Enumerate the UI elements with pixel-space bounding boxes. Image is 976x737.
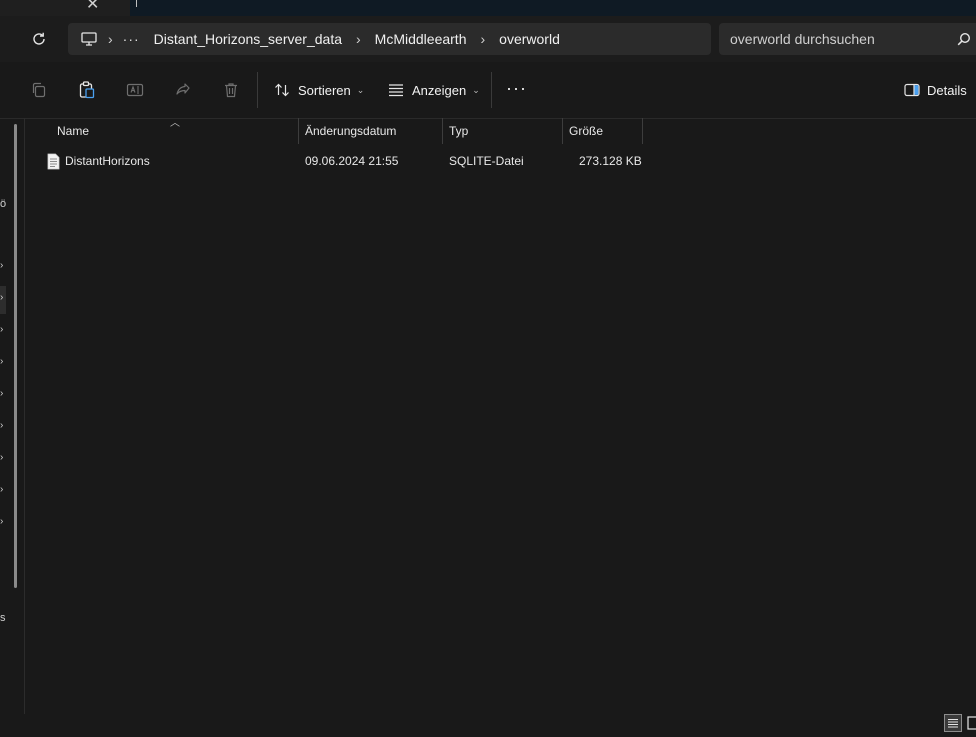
chevron-right-icon[interactable]: › [0, 420, 3, 431]
file-row[interactable]: DistantHorizons 09.06.2024 21:55 SQLITE-… [25, 150, 665, 174]
file-modified: 09.06.2024 21:55 [305, 154, 399, 168]
column-header-name[interactable]: Name [57, 118, 89, 144]
column-headers: ︿ Name Änderungsdatum Typ Größe [25, 118, 976, 144]
share-button[interactable] [173, 80, 193, 100]
title-bar: ✕ [0, 0, 976, 16]
sort-label: Sortieren [298, 82, 351, 98]
sort-button[interactable]: Sortieren ⌄ [274, 78, 364, 102]
breadcrumb-item-distant-horizons[interactable]: Distant_Horizons_server_data [154, 31, 342, 47]
search-placeholder: overworld durchsuchen [730, 31, 875, 47]
file-icon [47, 153, 60, 170]
nav-scrollbar[interactable] [14, 124, 17, 588]
file-name[interactable]: DistantHorizons [65, 154, 150, 168]
breadcrumb[interactable]: › ··· Distant_Horizons_server_data › McM… [68, 23, 711, 55]
copy-icon [32, 82, 46, 98]
chevron-down-icon: ⌄ [472, 84, 480, 95]
sort-icon [275, 83, 289, 97]
chevron-right-icon[interactable]: › [356, 31, 361, 47]
view-button[interactable]: Anzeigen ⌄ [388, 78, 480, 102]
column-header-size[interactable]: Größe [569, 118, 603, 144]
view-label: Anzeigen [412, 82, 467, 98]
search-input[interactable]: overworld durchsuchen [719, 23, 976, 55]
column-resize-handle[interactable] [562, 118, 563, 144]
list-view-icon [948, 719, 958, 728]
navigation-pane[interactable]: ö › › › › › › › › › s [0, 118, 25, 714]
toolbar-divider [491, 72, 492, 108]
chevron-right-icon[interactable]: › [0, 388, 3, 399]
chevron-right-icon[interactable]: › [481, 31, 486, 47]
paste-button[interactable] [77, 80, 97, 100]
nav-item-fragment[interactable]: s [0, 612, 6, 624]
chevron-right-icon[interactable]: › [0, 260, 3, 271]
new-tab-button[interactable] [136, 0, 137, 7]
chevron-down-icon: ⌄ [356, 84, 365, 95]
address-row: › ··· Distant_Horizons_server_data › McM… [0, 16, 976, 62]
chevron-right-icon[interactable]: › [0, 516, 3, 527]
breadcrumb-overflow-button[interactable]: ··· [123, 31, 140, 47]
delete-button[interactable] [221, 80, 241, 100]
details-view-button[interactable] [944, 714, 962, 732]
search-icon[interactable] [957, 32, 971, 46]
nav-item-fragment[interactable]: ö [0, 198, 6, 210]
share-icon [176, 83, 190, 95]
chevron-right-icon[interactable]: › [108, 31, 113, 47]
details-pane-button[interactable]: Details [904, 78, 967, 102]
chevron-right-icon[interactable]: › [0, 484, 3, 495]
column-resize-handle[interactable] [642, 118, 643, 144]
computer-icon[interactable] [80, 30, 98, 48]
column-header-type[interactable]: Typ [449, 118, 468, 144]
column-resize-handle[interactable] [442, 118, 443, 144]
tiles-view-button[interactable] [966, 714, 976, 732]
refresh-button[interactable] [28, 28, 50, 50]
details-pane-icon [904, 83, 920, 97]
file-size: 273.128 KB [579, 154, 642, 168]
sort-ascending-icon: ︿ [170, 118, 180, 129]
column-resize-handle[interactable] [298, 118, 299, 144]
refresh-icon [33, 32, 45, 45]
copy-button[interactable] [29, 80, 49, 100]
column-header-modified[interactable]: Änderungsdatum [305, 118, 396, 144]
rename-icon [126, 83, 144, 97]
tab-close-button[interactable]: ✕ [86, 0, 99, 14]
rename-button[interactable] [125, 80, 145, 100]
file-type: SQLITE-Datei [449, 154, 524, 168]
breadcrumb-item-overworld[interactable]: overworld [499, 31, 560, 47]
chevron-right-icon[interactable]: › [0, 324, 3, 335]
toolbar-divider [257, 72, 258, 108]
command-bar: Sortieren ⌄ Anzeigen ⌄ ··· Details [0, 62, 976, 119]
view-icon [389, 84, 403, 97]
chevron-right-icon[interactable]: › [0, 452, 3, 463]
delete-icon [225, 83, 237, 98]
chevron-right-icon[interactable]: › [0, 292, 3, 303]
tiles-view-icon [967, 716, 976, 730]
paste-icon [79, 81, 95, 99]
details-label: Details [927, 82, 967, 98]
more-options-button[interactable]: ··· [506, 78, 527, 99]
breadcrumb-item-mcmiddleearth[interactable]: McMiddleearth [375, 31, 467, 47]
chevron-right-icon[interactable]: › [0, 356, 3, 367]
active-tab[interactable]: ✕ [0, 0, 130, 16]
